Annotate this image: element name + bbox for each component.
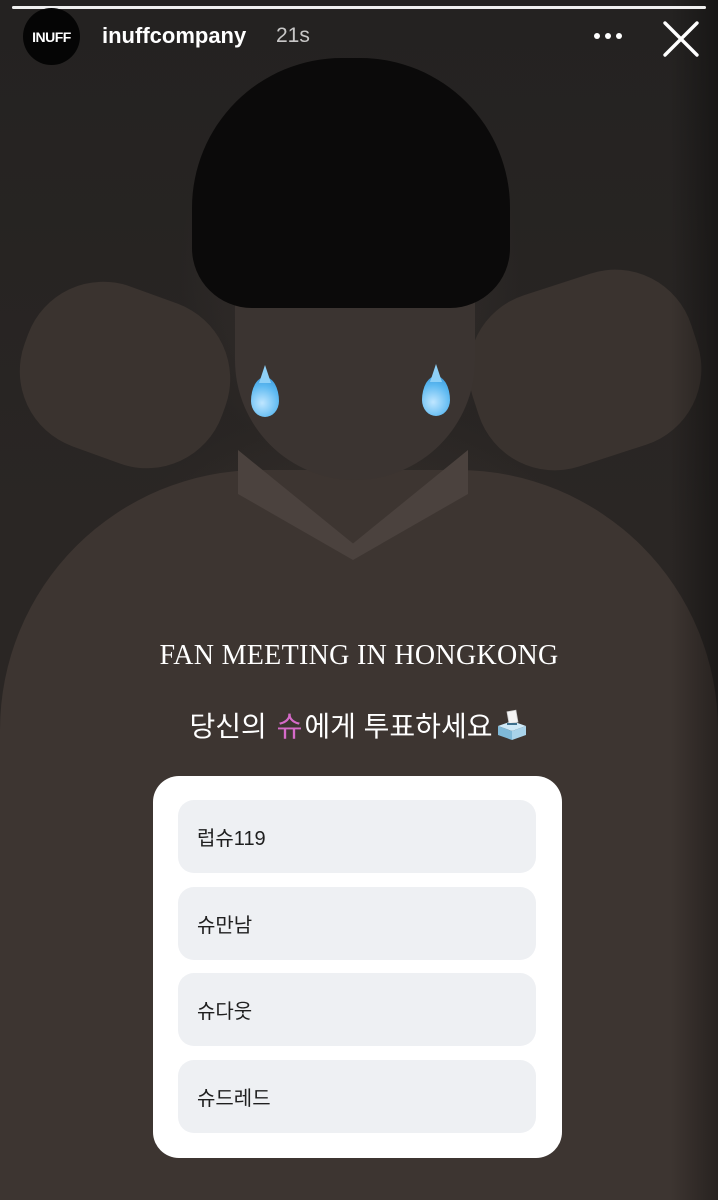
post-time: 21s [276,24,310,47]
more-options-button[interactable] [588,20,628,52]
close-icon [663,21,699,57]
avatar-logo-text: INUFF [32,28,71,45]
story-caption-title: FAN MEETING IN HONGKONG [159,640,559,671]
poll-sticker: 럽슈119 슈만남 슈다웃 슈드레드 [153,776,562,1158]
photo-hair [192,58,510,308]
close-button[interactable] [660,18,702,60]
poll-option-3[interactable]: 슈다웃 [178,973,536,1046]
story-progress-bar [12,6,706,9]
more-dot [594,33,600,39]
poll-option-4[interactable]: 슈드레드 [178,1060,536,1133]
poll-option-1[interactable]: 럽슈119 [178,800,536,873]
more-dot [616,33,622,39]
username[interactable]: inuffcompany [102,23,246,49]
subtitle-accent-text: 슈 [276,711,303,742]
more-dot [605,33,611,39]
poll-option-2[interactable]: 슈만남 [178,887,536,960]
droplet-icon [422,376,450,416]
story-caption-subtitle: 당신의 슈 에게 투표하세요 [0,705,718,745]
subtitle-text-after: 에게 투표하세요 [304,711,493,742]
ballot-box-icon [496,709,528,741]
story-progress-fill [12,6,706,9]
subtitle-text-before: 당신의 [189,711,275,742]
droplet-icon [251,377,279,417]
avatar[interactable]: INUFF [23,8,80,65]
photo-wall-shadow [670,0,718,1200]
